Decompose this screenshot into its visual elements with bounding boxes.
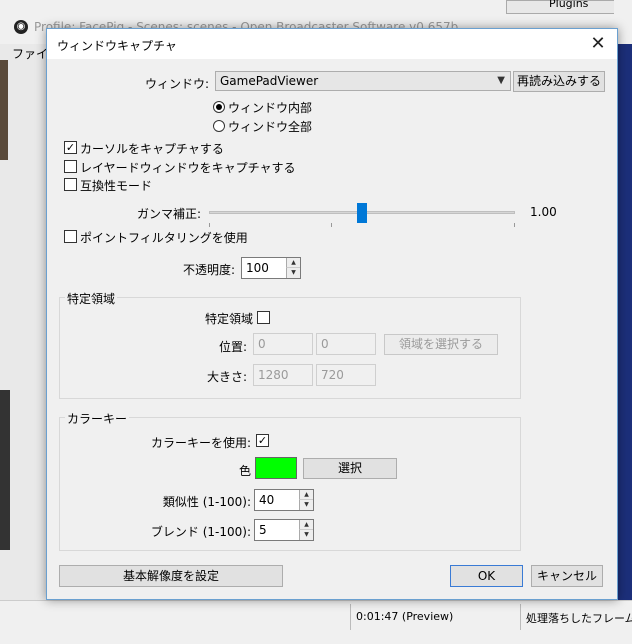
region-group-label: 特定領域: [65, 290, 118, 307]
position-label: 位置:: [218, 340, 247, 354]
use-colorkey-checkbox[interactable]: ✓: [256, 434, 269, 447]
status-dropped-frames: 処理落ちしたフレーム:: [526, 612, 632, 625]
opacity-spinbox[interactable]: 100 ▲ ▼: [241, 257, 301, 279]
spin-down-icon[interactable]: ▼: [286, 268, 300, 278]
opacity-spin-buttons: ▲ ▼: [286, 258, 300, 278]
spin-up-icon[interactable]: ▲: [299, 520, 313, 530]
gamma-tick: [331, 223, 332, 227]
spin-down-icon[interactable]: ▼: [299, 500, 313, 510]
status-separator: [520, 604, 521, 630]
dialog-title: ウィンドウキャプチャ: [57, 39, 177, 53]
use-colorkey-label: カラーキーを使用:: [150, 436, 251, 450]
blend-value: 5: [259, 523, 267, 537]
opacity-label: 不透明度:: [182, 263, 235, 277]
select-color-button[interactable]: 選択: [303, 458, 397, 479]
radio-window-inner[interactable]: [213, 101, 225, 113]
compat-mode-checkbox[interactable]: [64, 178, 77, 191]
capture-layered-label: レイヤードウィンドウをキャプチャする: [80, 161, 296, 175]
region-enable-label: 特定領域: [204, 312, 253, 326]
gamma-tick: [209, 223, 210, 227]
capture-cursor-label: カーソルをキャプチャする: [80, 142, 224, 156]
spin-up-icon[interactable]: ▲: [299, 490, 313, 500]
position-x-field[interactable]: 0: [253, 333, 313, 355]
window-label: ウィンドウ:: [144, 77, 209, 91]
radio-window-full[interactable]: [213, 120, 225, 132]
spin-up-icon[interactable]: ▲: [286, 258, 300, 268]
status-separator: [350, 604, 351, 630]
spin-down-icon[interactable]: ▼: [299, 530, 313, 540]
color-swatch[interactable]: [255, 457, 297, 479]
blend-label: ブレンド (1-100):: [150, 525, 251, 539]
radio-window-inner-label: ウィンドウ内部: [228, 101, 313, 115]
gamma-label: ガンマ補正:: [137, 207, 202, 221]
cancel-button[interactable]: キャンセル: [531, 565, 603, 587]
colorkey-group-label: カラーキー: [65, 410, 130, 427]
size-label: 大きさ:: [206, 370, 247, 384]
opacity-value: 100: [246, 261, 269, 275]
position-y-field[interactable]: 0: [316, 333, 376, 355]
ok-button[interactable]: OK: [450, 565, 523, 587]
gamma-slider-thumb[interactable]: [357, 203, 367, 223]
window-select-value: GamePadViewer: [220, 74, 319, 88]
obs-logo-icon: ◉: [14, 20, 28, 34]
color-label: 色: [238, 464, 251, 478]
window-select[interactable]: GamePadViewer ▼: [215, 71, 511, 91]
point-filter-label: ポイントフィルタリングを使用: [80, 231, 248, 245]
reload-button[interactable]: 再読み込みする: [513, 71, 605, 92]
similarity-value: 40: [259, 493, 275, 507]
dialog-titlebar: ウィンドウキャプチャ ✕: [47, 29, 617, 59]
chevron-down-icon: ▼: [497, 75, 505, 86]
plugins-label: Plugins: [549, 0, 589, 10]
select-region-button[interactable]: 領域を選択する: [384, 334, 498, 355]
compat-mode-label: 互換性モード: [80, 179, 153, 193]
capture-layered-checkbox[interactable]: [64, 160, 77, 173]
blend-spin-buttons: ▲ ▼: [299, 520, 313, 540]
gamma-value: 1.00: [530, 205, 557, 219]
base-resolution-button[interactable]: 基本解像度を設定: [59, 565, 283, 587]
size-width-field[interactable]: 1280: [253, 364, 313, 386]
preview-edge-left-lower: [0, 390, 10, 550]
preview-edge-left: [0, 60, 8, 160]
size-height-field[interactable]: 720: [316, 364, 376, 386]
capture-cursor-checkbox[interactable]: ✓: [64, 141, 77, 154]
close-icon[interactable]: ✕: [587, 33, 609, 55]
similarity-label: 類似性 (1-100):: [162, 495, 251, 509]
blend-spinbox[interactable]: 5 ▲ ▼: [254, 519, 314, 541]
point-filter-checkbox[interactable]: [64, 230, 77, 243]
similarity-spinbox[interactable]: 40 ▲ ▼: [254, 489, 314, 511]
similarity-spin-buttons: ▲ ▼: [299, 490, 313, 510]
radio-window-full-label: ウィンドウ全部: [228, 120, 313, 134]
status-time: 0:01:47 (Preview): [356, 610, 454, 623]
gamma-tick: [514, 223, 515, 227]
region-enable-checkbox[interactable]: [257, 311, 270, 324]
window-capture-dialog: ウィンドウキャプチャ ✕ ウィンドウ: GamePadViewer ▼ 再読み込…: [46, 28, 618, 600]
